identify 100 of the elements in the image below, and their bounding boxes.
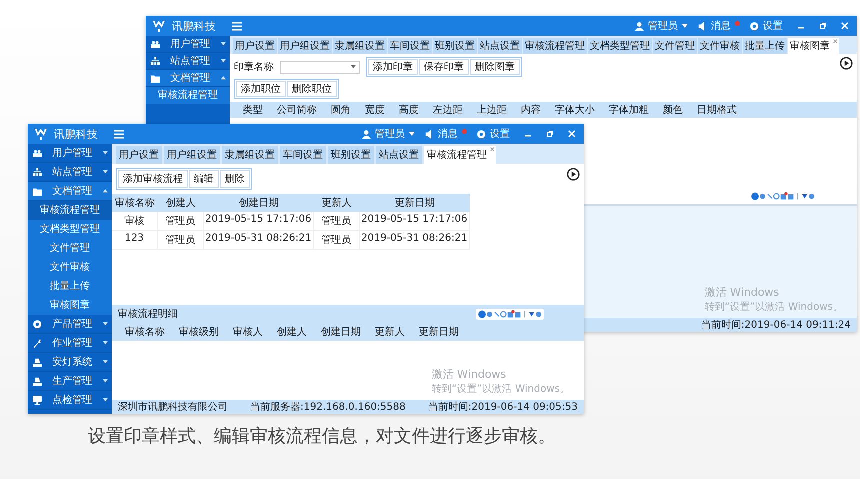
tab[interactable]: 车间设置 xyxy=(388,38,432,54)
settings-icon xyxy=(477,130,486,138)
column-header: 高度 xyxy=(398,104,420,117)
settings-link[interactable]: 设置 xyxy=(763,19,783,33)
column-header: 创建日期 xyxy=(320,326,362,339)
activation-hint: 转到“设置”以激活 Windows。 xyxy=(432,382,570,396)
tab[interactable]: 文件审核 xyxy=(698,38,742,54)
caret-icon xyxy=(103,379,108,383)
tab[interactable]: 隶属组设置 xyxy=(333,38,387,54)
column-header: 审核名称 xyxy=(112,194,158,212)
column-header: 创建人 xyxy=(276,326,308,339)
play-icon[interactable] xyxy=(840,57,853,70)
column-header: 更新人 xyxy=(314,194,360,212)
tab[interactable]: 班别设置 xyxy=(433,38,477,54)
column-header: 创建人 xyxy=(158,194,204,212)
restore-icon[interactable] xyxy=(546,130,554,138)
field-label: 印章名称 xyxy=(234,60,274,74)
tab[interactable]: 用户设置 xyxy=(116,146,162,164)
caret-icon xyxy=(221,42,226,46)
toolbar-button[interactable]: 删除 xyxy=(220,170,250,188)
tab[interactable]: 文档类型管理 xyxy=(588,38,652,54)
tab[interactable]: 隶属组设置 xyxy=(222,146,278,164)
wrench-icon xyxy=(33,338,42,348)
tab[interactable]: 车间设置 xyxy=(280,146,326,164)
caret-icon xyxy=(221,76,226,80)
user-menu[interactable]: 管理员 xyxy=(648,19,678,33)
sidebar-item[interactable]: 文档类型管理 xyxy=(28,220,112,239)
tab[interactable]: 审核流程管理 xyxy=(424,146,496,164)
menu-icon[interactable] xyxy=(114,130,124,138)
user-icon xyxy=(362,130,371,138)
tab[interactable]: 班别设置 xyxy=(328,146,374,164)
column-header: 更新日期 xyxy=(418,326,460,339)
column-header: 类型 xyxy=(242,104,264,117)
caret-icon xyxy=(103,322,108,326)
column-header: 字体大小 xyxy=(554,104,596,117)
tab[interactable]: 用户组设置 xyxy=(278,38,332,54)
column-header: 审核人 xyxy=(232,326,264,339)
logo-icon xyxy=(152,20,166,32)
toolbar-button[interactable]: 删除职位 xyxy=(287,81,337,97)
column-header: 圆角 xyxy=(330,104,352,117)
messages-link[interactable]: 消息 xyxy=(438,127,458,141)
folder-icon xyxy=(151,74,160,82)
close-icon[interactable] xyxy=(490,147,495,152)
caret-icon xyxy=(351,65,356,69)
table-cell: 管理员 xyxy=(314,212,360,231)
caret-icon xyxy=(103,398,108,402)
caption: 设置印章样式、编辑审核流程信息，对文件进行逐步审核。 xyxy=(88,425,556,448)
toolbar-button[interactable]: 添加印章 xyxy=(368,59,418,75)
column-header: 日期格式 xyxy=(696,104,738,117)
users-icon xyxy=(151,40,160,48)
sidebar-item[interactable]: 审核图章 xyxy=(28,296,112,315)
table-cell: 2019-05-15 17:17:06 xyxy=(360,212,470,231)
tab[interactable]: 审核图章 xyxy=(788,38,839,54)
toolbar-button[interactable]: 保存印章 xyxy=(419,59,469,75)
status-time: 当前时间:2019-06-14 09:05:53 xyxy=(428,400,578,414)
status-server: 当前服务器:192.168.0.160:5588 xyxy=(250,400,406,414)
menu-icon[interactable] xyxy=(232,22,242,30)
sidebar-group[interactable]: 文档管理 xyxy=(146,70,230,87)
close-icon[interactable] xyxy=(833,39,838,44)
sitemap-icon xyxy=(33,168,42,176)
sidebar-item[interactable]: 审核流程管理 xyxy=(28,201,112,220)
sitemap-icon xyxy=(151,56,160,66)
sidebar-item[interactable]: 文件审核 xyxy=(28,258,112,277)
table-cell: 123 xyxy=(112,231,158,250)
tab[interactable]: 审核流程管理 xyxy=(523,38,587,54)
lamp-icon xyxy=(33,376,42,386)
messages-link[interactable]: 消息 xyxy=(711,19,731,33)
tab[interactable]: 用户设置 xyxy=(233,38,277,54)
sidebar-group[interactable]: 文档管理 xyxy=(28,182,112,201)
tab[interactable]: 站点设置 xyxy=(376,146,422,164)
caret-icon xyxy=(409,132,415,136)
toolbar-button[interactable]: 编辑 xyxy=(189,170,219,188)
tab[interactable]: 用户组设置 xyxy=(164,146,220,164)
toolbar-button[interactable]: 删除图章 xyxy=(470,59,520,75)
toolbar-button[interactable]: 添加审核流程 xyxy=(118,170,188,188)
tab[interactable]: 站点设置 xyxy=(478,38,522,54)
toolbar-button[interactable]: 添加职位 xyxy=(236,81,286,97)
column-header: 创建日期 xyxy=(204,194,314,212)
play-icon[interactable] xyxy=(567,168,580,181)
column-header: 更新人 xyxy=(374,326,406,339)
sidebar-item[interactable]: 文件管理 xyxy=(28,239,112,258)
user-menu[interactable]: 管理员 xyxy=(375,127,405,141)
restore-icon[interactable] xyxy=(819,22,827,30)
settings-link[interactable]: 设置 xyxy=(490,127,510,141)
app-name: 讯鹏科技 xyxy=(172,18,216,34)
table-cell: 2019-05-15 17:17:06 xyxy=(204,212,314,231)
status-time: 当前时间:2019-06-14 09:11:24 xyxy=(701,318,851,332)
sidebar-item[interactable]: 审核流程管理 xyxy=(146,87,230,104)
sidebar-item[interactable]: 批量上传 xyxy=(28,277,112,296)
caret-icon xyxy=(221,59,226,63)
gear-icon xyxy=(33,320,42,328)
table-cell: 管理员 xyxy=(158,212,204,231)
tab[interactable]: 文件管理 xyxy=(653,38,697,54)
notification-dot-icon xyxy=(735,21,740,26)
folder-icon xyxy=(33,186,42,196)
user-icon xyxy=(635,22,644,30)
column-header: 审核名称 xyxy=(124,326,166,339)
tab[interactable]: 批量上传 xyxy=(743,38,787,54)
column-header: 宽度 xyxy=(364,104,386,117)
status-company: 深圳市讯鹏科技有限公司 xyxy=(118,400,228,414)
